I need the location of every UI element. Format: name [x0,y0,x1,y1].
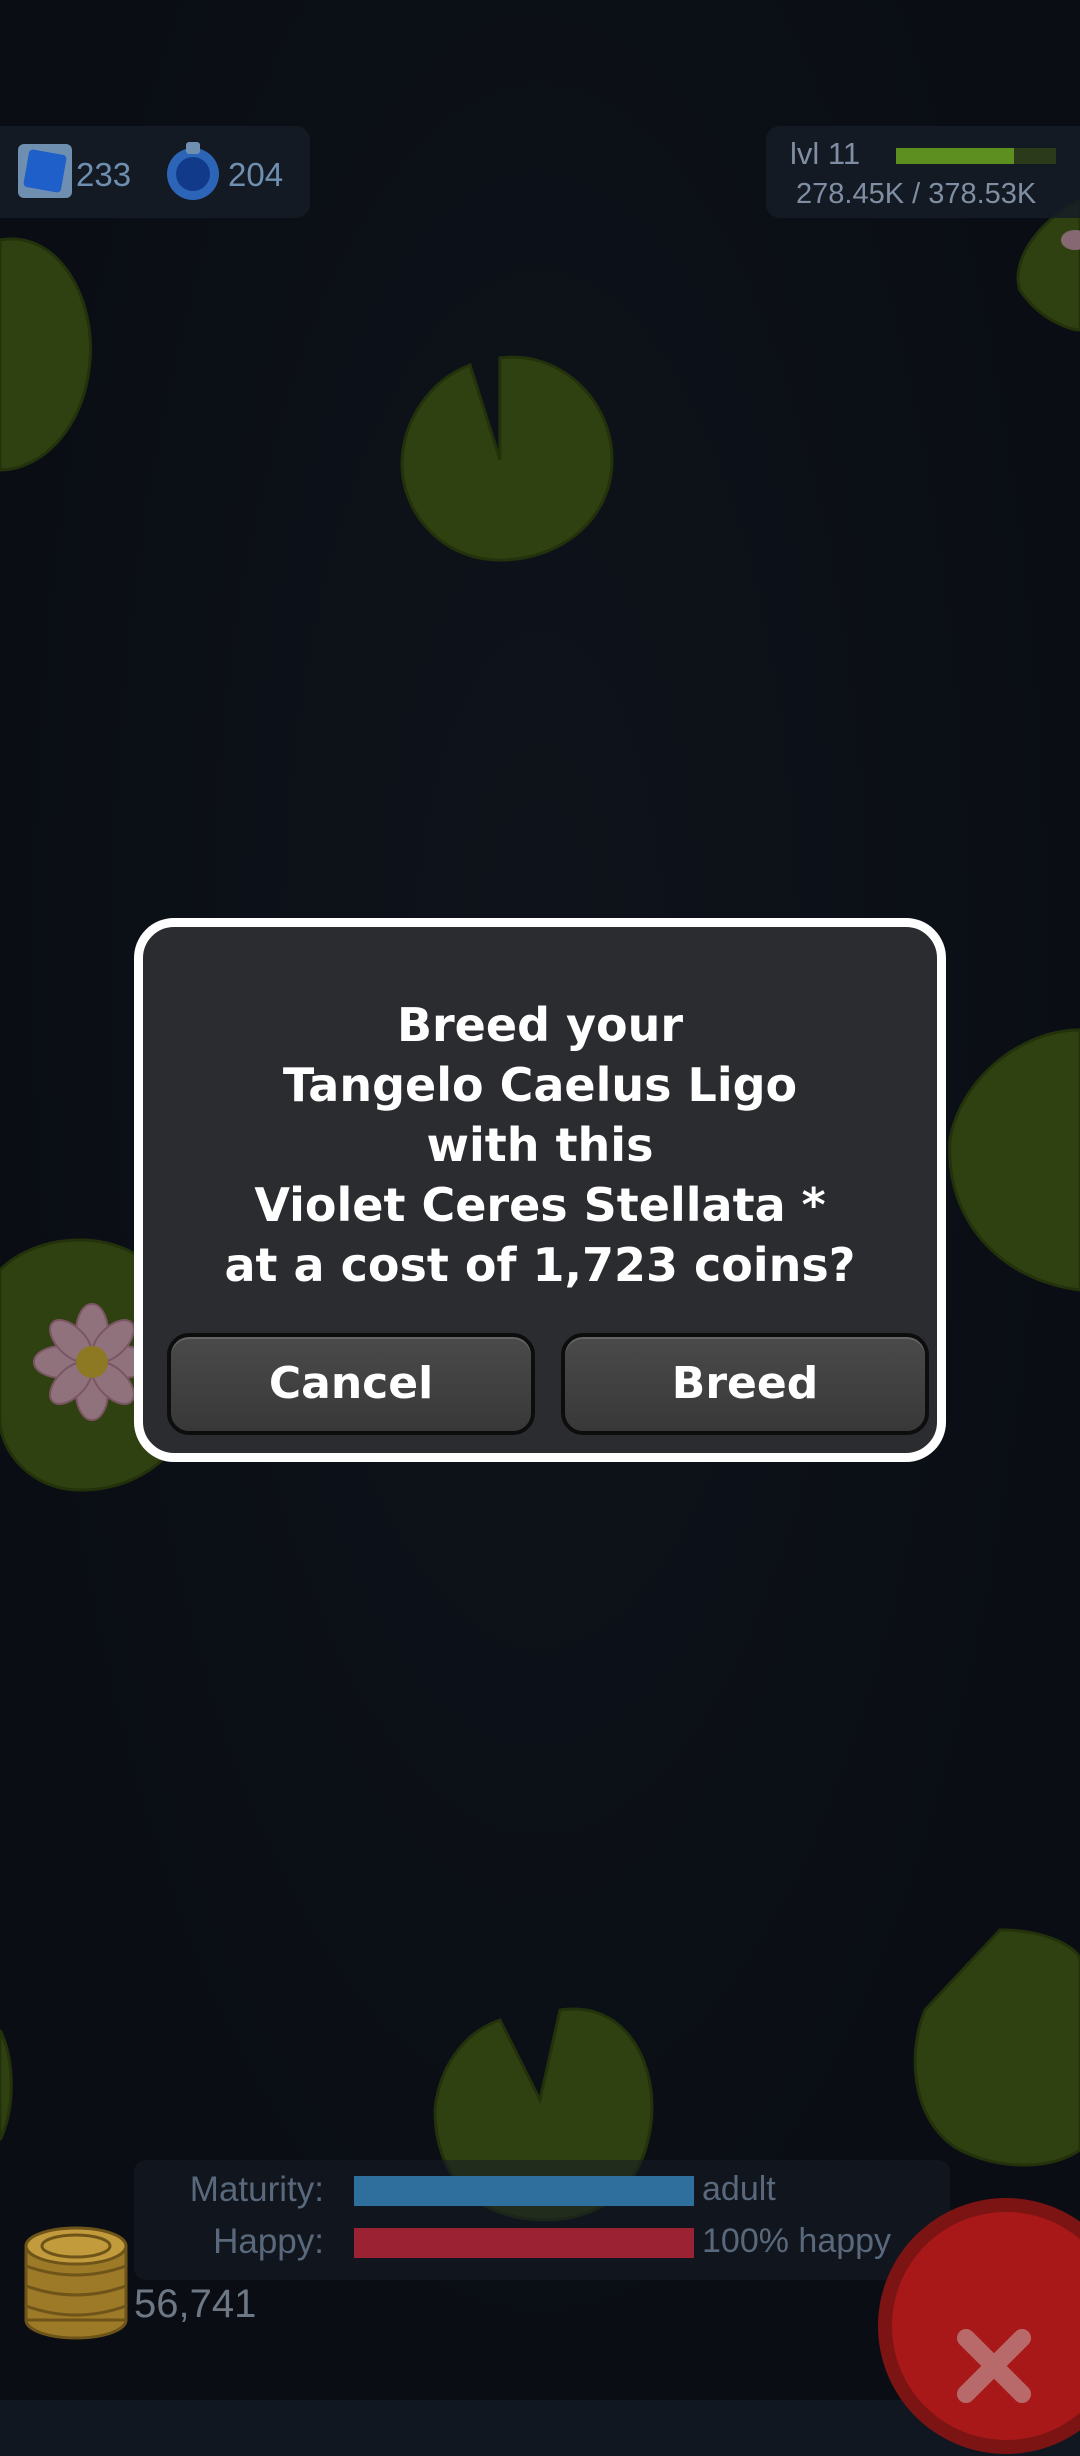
maturity-label: Maturity: [189,2170,324,2209]
happy-label: Happy: [213,2222,324,2261]
dialog-line: Breed your [396,998,684,1052]
xp-text: 278.45K / 378.53K [796,178,1037,210]
maturity-value: adult [702,2170,776,2208]
happy-bar-fill [354,2228,694,2258]
level-label: lvl 11 [790,136,861,171]
potions-count: 204 [228,156,284,193]
gem-stamp-icon [18,144,72,198]
fish-status-panel: Maturity: adult Happy: 100% happy [134,2160,950,2280]
cancel-button[interactable]: Cancel [167,1333,535,1435]
maturity-bar-fill [354,2176,694,2206]
dialog-line: with this [426,1118,654,1172]
dialog-line: Violet Ceres Stellata * [254,1178,826,1232]
potion-icon [167,142,219,200]
breed-button[interactable]: Breed [561,1333,929,1435]
breed-confirm-dialog: Breed your Tangelo Caelus Ligo with this… [134,918,946,1462]
close-button[interactable] [876,2196,1080,2456]
xp-bar-fill [896,148,1014,164]
happy-bar [354,2228,694,2258]
currency-panel: 233 204 [0,126,310,218]
dialog-line: Tangelo Caelus Ligo [282,1058,798,1112]
dialog-message: Breed your Tangelo Caelus Ligo with this… [143,995,937,1295]
gems-count: 233 [76,156,132,193]
happy-value: 100% happy [702,2222,892,2260]
xp-bar [896,148,1056,164]
dialog-line: at a cost of 1,723 coins? [224,1238,856,1292]
coins-count: 56,741 [134,2282,257,2326]
maturity-bar [354,2176,694,2206]
level-panel: lvl 11 278.45K / 378.53K [766,126,1080,218]
coin-stack-icon [24,2226,128,2340]
